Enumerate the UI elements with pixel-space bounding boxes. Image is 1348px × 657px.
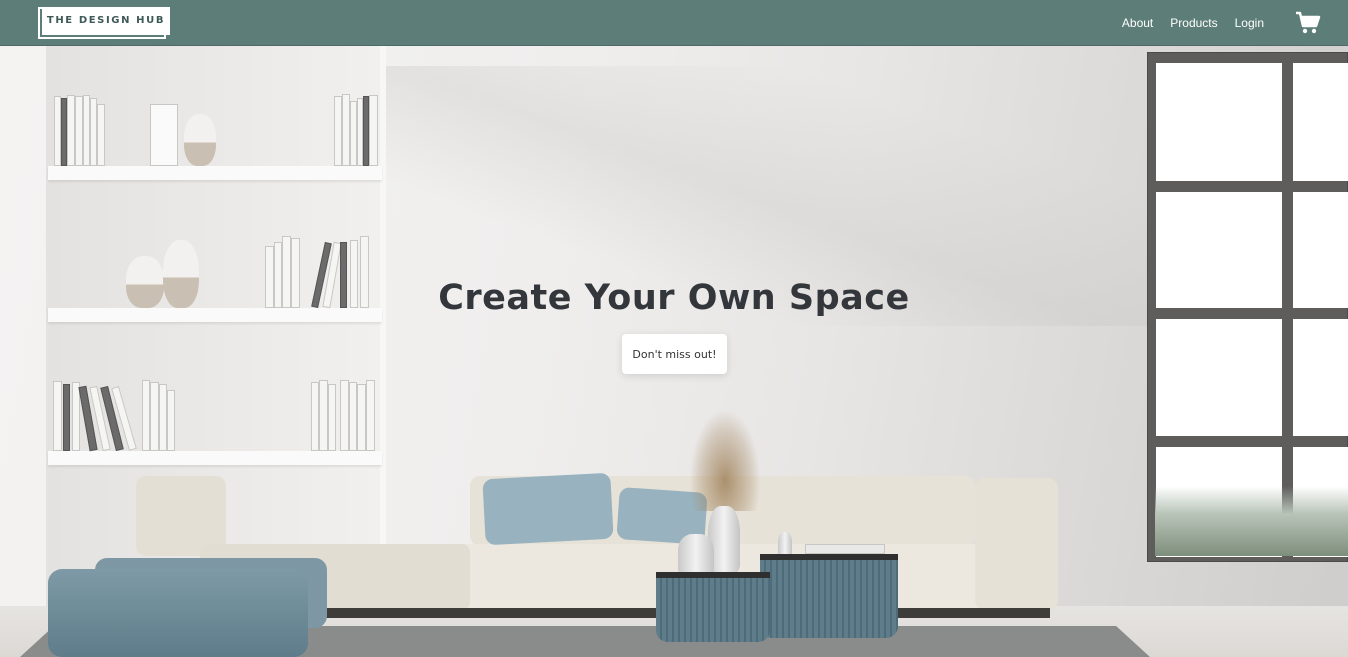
nav-link-login[interactable]: Login [1235, 16, 1264, 30]
book [63, 384, 70, 451]
books-stack [805, 544, 885, 554]
book [83, 95, 90, 166]
vase [184, 114, 216, 166]
book [150, 382, 159, 451]
book [90, 98, 97, 166]
book [311, 382, 319, 451]
book [357, 384, 366, 451]
book [349, 382, 357, 451]
bookshelf-edge [380, 46, 386, 606]
book [142, 380, 150, 451]
book [167, 390, 175, 451]
book [369, 95, 378, 166]
coffee-table [760, 554, 898, 638]
book [53, 381, 62, 451]
book [54, 96, 61, 166]
book [350, 101, 357, 166]
coffee-table [656, 572, 770, 642]
shelf-board [48, 451, 382, 465]
brand-logo[interactable]: THE DESIGN HUB [38, 7, 170, 39]
window-pane [1156, 319, 1282, 436]
book [319, 380, 328, 451]
nav-links: About Products Login [1122, 0, 1264, 46]
book [340, 380, 349, 451]
book [159, 384, 167, 451]
window-pane [1293, 63, 1348, 181]
window-pane [1293, 319, 1348, 436]
book [334, 96, 342, 166]
shopping-cart-icon[interactable] [1295, 11, 1321, 35]
dried-plant [690, 411, 760, 511]
cta-button[interactable]: Don't miss out! [622, 334, 727, 374]
logo-text: THE DESIGN HUB [46, 15, 166, 26]
book [75, 96, 83, 166]
vase [678, 534, 714, 574]
trees-view [1155, 486, 1348, 556]
decor-frame [150, 104, 178, 166]
book [328, 384, 336, 451]
sofa-base [215, 608, 1050, 618]
navbar: THE DESIGN HUB About Products Login [0, 0, 1348, 46]
hero-section: Create Your Own Space Don't miss out! [0, 46, 1348, 657]
sofa-arm [975, 478, 1058, 610]
nav-link-about[interactable]: About [1122, 16, 1153, 30]
window-pane [1156, 63, 1282, 181]
hero-title: Create Your Own Space [438, 278, 910, 318]
book [366, 380, 375, 451]
book [342, 94, 350, 166]
book [67, 95, 75, 166]
nav-link-products[interactable]: Products [1170, 16, 1217, 30]
pillow [482, 472, 614, 546]
shelf-board [48, 166, 382, 180]
ottoman [48, 569, 308, 657]
book [97, 104, 105, 166]
